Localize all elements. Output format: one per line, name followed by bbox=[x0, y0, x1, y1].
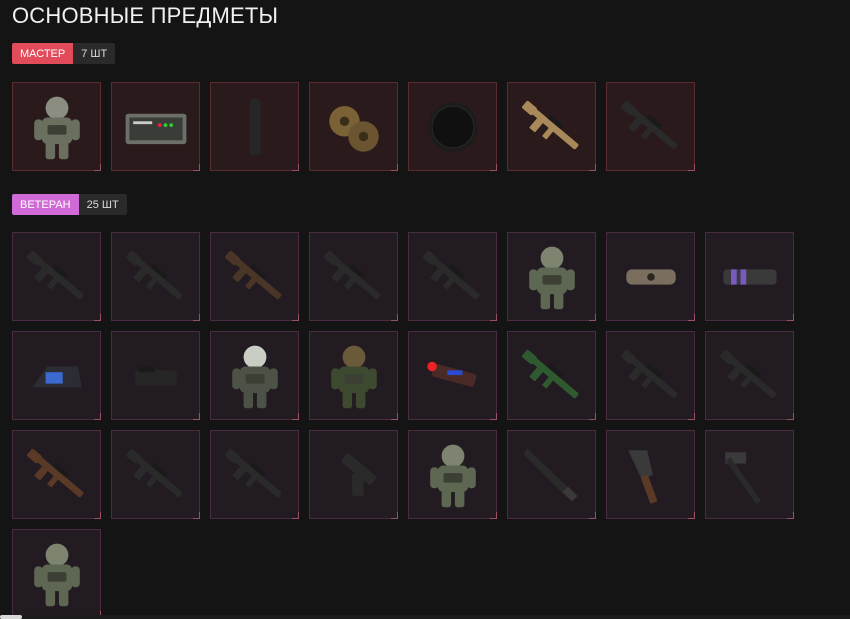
master-item-slot[interactable] bbox=[408, 82, 497, 171]
veteran-item-slot[interactable] bbox=[507, 232, 596, 321]
assault-rifle-icon bbox=[620, 349, 677, 398]
suppressor-icon bbox=[248, 98, 261, 155]
green-sniper-rifle-icon bbox=[521, 349, 578, 398]
assault-rifle-icon bbox=[323, 250, 380, 299]
gasmask-suit-icon bbox=[330, 345, 377, 408]
tier-veteran-badge: ВЕТЕРАН bbox=[12, 194, 79, 215]
veteran-item-slot[interactable] bbox=[705, 430, 794, 519]
drum-magazine-icon bbox=[427, 101, 478, 152]
veteran-item-slot[interactable] bbox=[606, 331, 695, 420]
veteran-item-slot[interactable] bbox=[606, 430, 695, 519]
rail-attachment-icon bbox=[625, 268, 676, 285]
veteran-item-slot[interactable] bbox=[111, 232, 200, 321]
double-drum-magazine-icon bbox=[328, 105, 379, 152]
machete-icon bbox=[523, 447, 577, 501]
assault-rifle-icon bbox=[125, 250, 182, 299]
armor-suit-icon bbox=[528, 246, 575, 309]
veteran-item-slot[interactable] bbox=[111, 430, 200, 519]
tier-master-badge: МАСТЕР bbox=[12, 43, 74, 64]
horizontal-scrollbar[interactable] bbox=[0, 615, 850, 619]
master-item-slot[interactable] bbox=[309, 82, 398, 171]
assault-rifle-icon bbox=[26, 250, 83, 299]
tomahawk-icon bbox=[724, 451, 761, 504]
veteran-item-slot[interactable] bbox=[210, 232, 299, 321]
master-item-slot[interactable] bbox=[507, 82, 596, 171]
assault-rifle-icon bbox=[224, 448, 281, 497]
veteran-item-slot[interactable] bbox=[705, 331, 794, 420]
assault-rifle-icon bbox=[719, 349, 776, 398]
veteran-item-slot[interactable] bbox=[309, 430, 398, 519]
page-title: ОСНОВНЫЕ ПРЕДМЕТЫ bbox=[12, 3, 279, 28]
veteran-item-slot[interactable] bbox=[111, 331, 200, 420]
tier-veteran-count: 25 ШТ bbox=[78, 194, 127, 215]
veteran-item-slot[interactable] bbox=[12, 331, 101, 420]
veteran-item-slot[interactable] bbox=[12, 232, 101, 321]
master-item-slot[interactable] bbox=[210, 82, 299, 171]
veteran-item-slot[interactable] bbox=[408, 430, 497, 519]
ammo-crate-icon bbox=[125, 113, 186, 144]
veteran-item-slot[interactable] bbox=[309, 232, 398, 321]
veteran-item-slot[interactable] bbox=[408, 232, 497, 321]
sniper-rifle-icon bbox=[224, 250, 281, 299]
tan-assault-rifle-icon bbox=[521, 100, 578, 149]
armor-suit-icon bbox=[429, 444, 476, 507]
veteran-item-slot[interactable] bbox=[705, 232, 794, 321]
tier-master-count: 7 ШТ bbox=[73, 43, 116, 64]
tier-veteran-header: ВЕТЕРАН 25 ШТ bbox=[12, 194, 127, 215]
scrollbar-thumb[interactable] bbox=[0, 615, 22, 619]
veteran-item-slot[interactable] bbox=[12, 529, 101, 618]
heavy-armor-suit-icon bbox=[33, 96, 80, 159]
machine-gun-icon bbox=[125, 448, 182, 497]
veteran-item-slot[interactable] bbox=[309, 331, 398, 420]
laser-module-icon bbox=[426, 361, 476, 387]
veteran-item-slot[interactable] bbox=[606, 232, 695, 321]
veteran-item-slot[interactable] bbox=[507, 331, 596, 420]
holographic-sight-icon bbox=[31, 366, 82, 387]
veteran-item-slot[interactable] bbox=[408, 331, 497, 420]
black-assault-rifle-icon bbox=[620, 100, 677, 149]
cleaver-icon bbox=[627, 449, 657, 503]
veteran-item-slot[interactable] bbox=[12, 430, 101, 519]
rifle-icon bbox=[422, 250, 479, 299]
master-item-slot[interactable] bbox=[12, 82, 101, 171]
master-item-slot[interactable] bbox=[606, 82, 695, 171]
shotgun-icon bbox=[26, 448, 83, 497]
veteran-item-slot[interactable] bbox=[210, 430, 299, 519]
armor-suit-icon bbox=[33, 543, 80, 606]
veteran-item-slot[interactable] bbox=[210, 331, 299, 420]
red-dot-sight-icon bbox=[134, 366, 177, 385]
exoskeleton-suit-icon bbox=[231, 345, 278, 408]
tier-master-header: МАСТЕР 7 ШТ bbox=[12, 43, 116, 64]
master-item-slot[interactable] bbox=[111, 82, 200, 171]
pistol-icon bbox=[340, 452, 376, 496]
veteran-item-slot[interactable] bbox=[507, 430, 596, 519]
muzzle-brake-icon bbox=[722, 268, 777, 285]
